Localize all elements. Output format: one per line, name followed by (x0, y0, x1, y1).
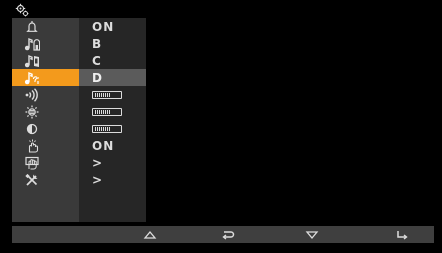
settings-menu: ON B C D ON > > (12, 18, 146, 222)
menu-item-contrast[interactable] (12, 120, 146, 137)
menu-item-value-cell (79, 86, 146, 103)
menu-item-value-cell (79, 103, 146, 120)
screen: ON B C D ON > > (0, 0, 442, 253)
menu-item-value-cell (79, 120, 146, 137)
menu-item-value: ON (79, 137, 146, 154)
touch-icon (12, 137, 79, 154)
menu-item-intercom-melody[interactable]: C (12, 52, 146, 69)
volume-level-bar (92, 90, 122, 99)
menu-item-floor-melody[interactable]: D (12, 69, 146, 86)
bell-icon (12, 18, 79, 35)
triangle-down-icon (305, 230, 319, 239)
enter-button[interactable] (382, 226, 422, 243)
melody-floor-icon (12, 69, 79, 86)
menu-item-value: C (79, 52, 146, 69)
menu-empty-area (12, 188, 146, 222)
brightness-icon (12, 103, 79, 120)
tools-icon (12, 171, 79, 188)
melody-door-icon (12, 35, 79, 52)
up-button[interactable] (130, 226, 170, 243)
contrast-icon (12, 120, 79, 137)
bottom-navigation-bar (12, 226, 434, 243)
menu-item-value: > (79, 171, 146, 188)
menu-item-touch-sound[interactable]: ON (12, 137, 146, 154)
menu-item-door-melody[interactable]: B (12, 35, 146, 52)
menu-item-screen-clean[interactable]: > (12, 154, 146, 171)
brightness-level-bar (92, 107, 122, 116)
melody-intercom-icon (12, 52, 79, 69)
back-button[interactable] (208, 226, 248, 243)
menu-item-value: ON (79, 18, 146, 35)
menu-item-tools[interactable]: > (12, 171, 146, 188)
volume-icon (12, 86, 79, 103)
menu-item-ring[interactable]: ON (12, 18, 146, 35)
menu-item-brightness[interactable] (12, 103, 146, 120)
contrast-level-bar (92, 124, 122, 133)
menu-item-volume[interactable] (12, 86, 146, 103)
menu-item-value: B (79, 35, 146, 52)
back-arrow-icon (222, 230, 235, 240)
triangle-up-icon (143, 230, 157, 239)
down-button[interactable] (292, 226, 332, 243)
settings-gear-icon (15, 2, 29, 17)
menu-item-value: D (79, 69, 146, 86)
enter-arrow-icon (397, 230, 408, 240)
menu-item-value: > (79, 154, 146, 171)
hand-clean-icon (12, 154, 79, 171)
